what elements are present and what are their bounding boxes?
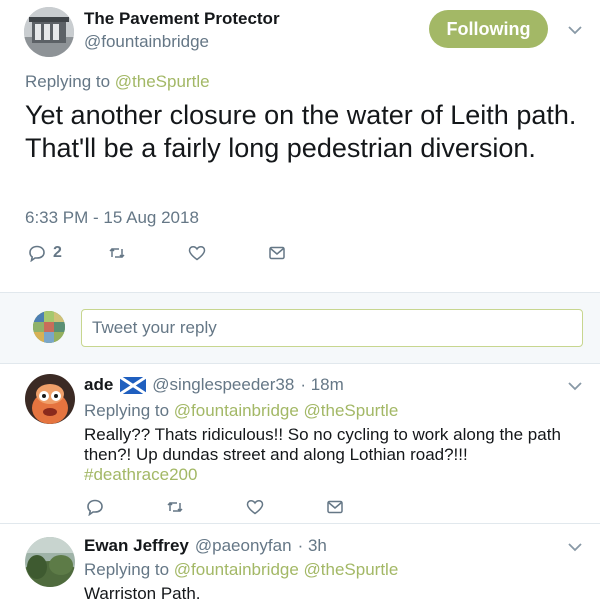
like-button[interactable]: [188, 244, 206, 262]
direct-message-button[interactable]: [326, 498, 344, 516]
hashtag-link[interactable]: #deathrace200: [84, 465, 197, 484]
reply-header: ade @singlespeeder38 · 18m: [84, 375, 344, 395]
envelope-icon: [269, 246, 285, 260]
more-options-button[interactable]: [565, 23, 585, 37]
mention-links[interactable]: @fountainbridge @theSpurtle: [174, 401, 399, 420]
reply-tweet: ade @singlespeeder38 · 18m Replying to @…: [0, 364, 600, 524]
reply-text-block: Really?? Thats ridiculous!! So no cyclin…: [84, 425, 579, 485]
reply-text: Warriston Path.: [84, 584, 201, 603]
reply-author-name[interactable]: ade: [84, 375, 113, 395]
retweet-button[interactable]: [108, 244, 126, 262]
chevron-down-icon: [568, 542, 582, 551]
reply-author-avatar[interactable]: [25, 537, 75, 587]
reply-text: Really?? Thats ridiculous!! So no cyclin…: [84, 425, 561, 464]
reply-composer: Tweet your reply: [0, 292, 600, 364]
chevron-down-icon: [568, 25, 582, 34]
reply-more-options-button[interactable]: [565, 540, 585, 554]
reply-replying-to: Replying to @fountainbridge @theSpurtle: [84, 560, 398, 580]
current-user-avatar: [33, 311, 65, 343]
current-user-avatar-image: [33, 311, 65, 343]
retweet-icon: [167, 501, 183, 513]
replying-prefix: Replying to: [25, 72, 111, 91]
envelope-icon: [327, 500, 343, 514]
direct-message-button[interactable]: [268, 244, 286, 262]
main-tweet: The Pavement Protector @fountainbridge F…: [0, 0, 600, 292]
reply-replying-to: Replying to @fountainbridge @theSpurtle: [84, 401, 398, 421]
scotland-flag-icon: [120, 376, 147, 394]
author-avatar[interactable]: [24, 7, 74, 57]
author-avatar-image: [24, 7, 74, 57]
chevron-down-icon: [568, 381, 582, 390]
reply-header: Ewan Jeffrey @paeonyfan · 3h: [84, 536, 327, 556]
reply-icon: [29, 245, 45, 262]
retweet-button[interactable]: [166, 498, 184, 516]
reply-tweet: Ewan Jeffrey @paeonyfan · 3h Replying to…: [0, 525, 600, 616]
following-button[interactable]: Following: [429, 10, 548, 48]
reply-author-handle[interactable]: @paeonyfan: [195, 536, 292, 556]
reply-author-avatar-image: [25, 537, 75, 587]
mention-links[interactable]: @fountainbridge @theSpurtle: [174, 560, 399, 579]
tweet-reply-input[interactable]: Tweet your reply: [81, 309, 583, 347]
reply-button[interactable]: [86, 498, 104, 516]
heart-icon: [246, 499, 264, 515]
heart-icon: [188, 245, 206, 261]
author-handle[interactable]: @fountainbridge: [84, 32, 209, 52]
reply-time[interactable]: · 18m: [300, 375, 343, 395]
reply-author-avatar-image: [25, 374, 75, 424]
replying-to: Replying to @theSpurtle: [25, 72, 210, 92]
replying-prefix: Replying to: [84, 560, 170, 579]
retweet-icon: [109, 247, 125, 259]
tweet-timestamp[interactable]: 6:33 PM - 15 Aug 2018: [25, 208, 199, 228]
replying-prefix: Replying to: [84, 401, 170, 420]
reply-author-name[interactable]: Ewan Jeffrey: [84, 536, 189, 556]
reply-time[interactable]: · 3h: [298, 536, 327, 556]
reply-icon: [87, 499, 103, 516]
reply-author-avatar[interactable]: [25, 374, 75, 424]
reply-count: 2: [53, 244, 62, 261]
like-button[interactable]: [246, 498, 264, 516]
reply-button[interactable]: 2: [28, 244, 62, 262]
reply-more-options-button[interactable]: [565, 379, 585, 393]
mention-link[interactable]: @theSpurtle: [115, 72, 210, 91]
tweet-text: Yet another closure on the water of Leit…: [25, 100, 577, 163]
author-display-name[interactable]: The Pavement Protector: [84, 9, 280, 29]
reply-author-handle[interactable]: @singlespeeder38: [152, 375, 294, 395]
